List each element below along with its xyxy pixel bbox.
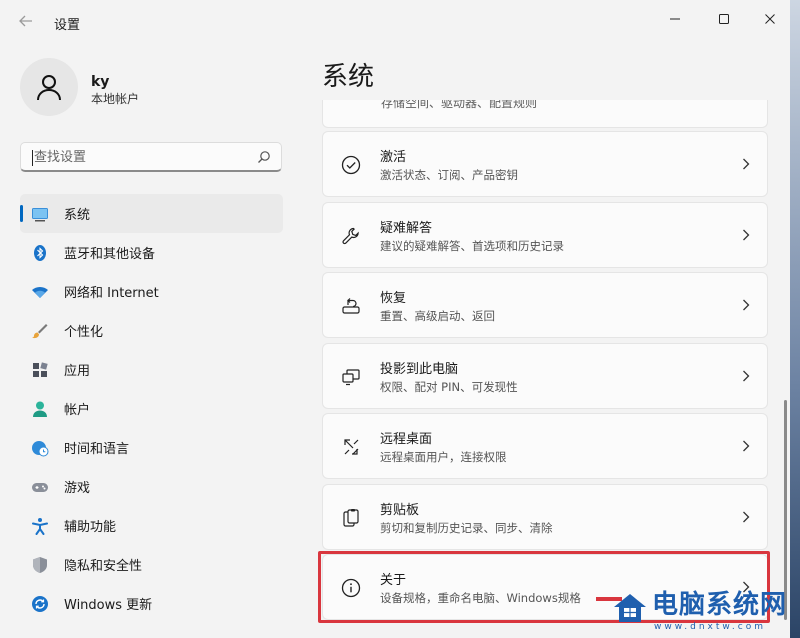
settings-item-partial[interactable]: 存储空间、驱动器、配置规则	[322, 100, 768, 128]
user-profile[interactable]	[20, 58, 78, 116]
brush-icon	[31, 322, 49, 340]
settings-item-clipboard[interactable]: 剪贴板 剪切和复制历史记录、同步、清除	[322, 484, 768, 550]
sidebar-item-label: 蓝牙和其他设备	[64, 247, 156, 262]
sidebar-item-privacy[interactable]: 隐私和安全性	[20, 545, 283, 584]
chevron-right-icon	[741, 369, 751, 383]
chevron-right-icon	[741, 439, 751, 453]
settings-item-desc: 存储空间、驱动器、配置规则	[381, 100, 538, 110]
house-logo-icon	[614, 594, 646, 622]
settings-item-desc: 激活状态、订阅、产品密钥	[380, 168, 518, 182]
wrench-icon	[340, 225, 362, 247]
sidebar-item-label: 游戏	[64, 481, 91, 496]
sidebar-item-label: 辅助功能	[64, 520, 117, 535]
gamepad-icon	[31, 478, 49, 496]
sidebar-item-label: 帐户	[64, 403, 91, 418]
settings-item-title: 激活	[380, 150, 407, 165]
back-arrow-icon	[19, 15, 32, 27]
settings-item-troubleshoot[interactable]: 疑难解答 建议的疑难解答、首选项和历史记录	[322, 202, 768, 268]
title-bar: 设置	[0, 0, 790, 40]
settings-item-title: 恢复	[380, 291, 407, 306]
account-type: 本地帐户	[91, 92, 140, 106]
sidebar-item-label: 系统	[64, 208, 91, 223]
chevron-right-icon	[741, 228, 751, 242]
shield-icon	[31, 556, 49, 574]
sidebar-item-personalization[interactable]: 个性化	[20, 311, 283, 350]
settings-item-desc: 远程桌面用户，连接权限	[380, 450, 507, 464]
apps-icon	[31, 361, 49, 379]
app-title: 设置	[54, 18, 81, 33]
settings-item-desc: 剪切和复制历史记录、同步、清除	[380, 521, 553, 535]
sidebar-item-label: 时间和语言	[64, 442, 130, 457]
sidebar-item-network[interactable]: 网络和 Internet	[20, 272, 283, 311]
settings-item-title: 剪贴板	[380, 503, 420, 518]
recovery-icon	[340, 295, 362, 317]
settings-item-title: 远程桌面	[380, 432, 433, 447]
settings-item-remote-desktop[interactable]: 远程桌面 远程桌面用户，连接权限	[322, 413, 768, 479]
wifi-icon	[31, 283, 49, 301]
desktop-background	[790, 0, 800, 638]
chevron-right-icon	[741, 157, 751, 171]
sidebar-item-label: 隐私和安全性	[64, 559, 143, 574]
clipboard-icon	[340, 507, 362, 529]
sidebar-item-accounts[interactable]: 帐户	[20, 389, 283, 428]
chevron-right-icon	[741, 510, 751, 524]
remote-desktop-icon	[340, 436, 362, 458]
check-circle-icon	[340, 154, 362, 176]
user-name: ky	[91, 74, 110, 90]
maximize-icon	[719, 14, 729, 24]
sidebar-item-label: 应用	[64, 364, 91, 379]
watermark: 电脑系统网 www.dnxtw.com	[612, 586, 790, 636]
settings-item-desc: 重置、高级启动、返回	[380, 309, 495, 323]
settings-item-title: 投影到此电脑	[380, 362, 459, 377]
bluetooth-icon	[31, 244, 49, 262]
settings-item-activation[interactable]: 激活 激活状态、订阅、产品密钥	[322, 131, 768, 197]
settings-item-desc: 建议的疑难解答、首选项和历史记录	[380, 239, 564, 253]
text-caret	[32, 150, 33, 166]
sidebar-item-bluetooth[interactable]: 蓝牙和其他设备	[20, 233, 283, 272]
sidebar-item-system[interactable]: 系统	[20, 194, 283, 233]
sidebar-item-gaming[interactable]: 游戏	[20, 467, 283, 506]
person-icon	[37, 75, 61, 101]
sidebar-item-label: Windows 更新	[64, 598, 153, 613]
search-box[interactable]	[20, 142, 282, 172]
person-icon	[31, 400, 49, 418]
update-icon	[31, 595, 49, 613]
minimize-icon	[670, 18, 680, 20]
project-icon	[340, 366, 362, 388]
info-icon	[340, 577, 362, 599]
minimize-button[interactable]	[657, 8, 693, 30]
sidebar-item-apps[interactable]: 应用	[20, 350, 283, 389]
page-title: 系统	[322, 62, 375, 92]
close-button[interactable]	[752, 8, 788, 30]
sidebar-item-label: 个性化	[64, 325, 104, 340]
sidebar-item-label: 网络和 Internet	[64, 286, 159, 301]
watermark-url: www.dnxtw.com	[654, 622, 767, 632]
sidebar-item-windows-update[interactable]: Windows 更新	[20, 584, 283, 623]
close-icon	[765, 14, 775, 24]
maximize-button[interactable]	[706, 8, 742, 30]
back-button[interactable]	[14, 12, 38, 30]
globe-clock-icon	[31, 439, 49, 457]
settings-item-projecting[interactable]: 投影到此电脑 权限、配对 PIN、可发现性	[322, 343, 768, 409]
watermark-text: 电脑系统网	[652, 590, 788, 620]
settings-item-desc: 权限、配对 PIN、可发现性	[380, 380, 518, 394]
settings-item-recovery[interactable]: 恢复 重置、高级启动、返回	[322, 272, 768, 338]
chevron-right-icon	[741, 298, 751, 312]
accessibility-icon	[31, 517, 49, 535]
settings-item-title: 疑难解答	[380, 221, 433, 236]
settings-window: 设置 ky 本地帐户 系统 蓝牙和其他	[0, 0, 790, 638]
sidebar-nav: 系统 蓝牙和其他设备 网络和 Internet 个性化 应用 帐户 时间和语言 …	[20, 194, 283, 623]
sidebar-item-accessibility[interactable]: 辅助功能	[20, 506, 283, 545]
display-icon	[31, 205, 49, 223]
sidebar-item-time-language[interactable]: 时间和语言	[20, 428, 283, 467]
settings-item-title: 关于	[380, 573, 407, 588]
search-input[interactable]	[34, 147, 252, 167]
settings-item-desc: 设备规格，重命名电脑、Windows规格	[380, 591, 581, 605]
search-icon[interactable]	[257, 150, 271, 164]
avatar[interactable]	[20, 58, 78, 116]
